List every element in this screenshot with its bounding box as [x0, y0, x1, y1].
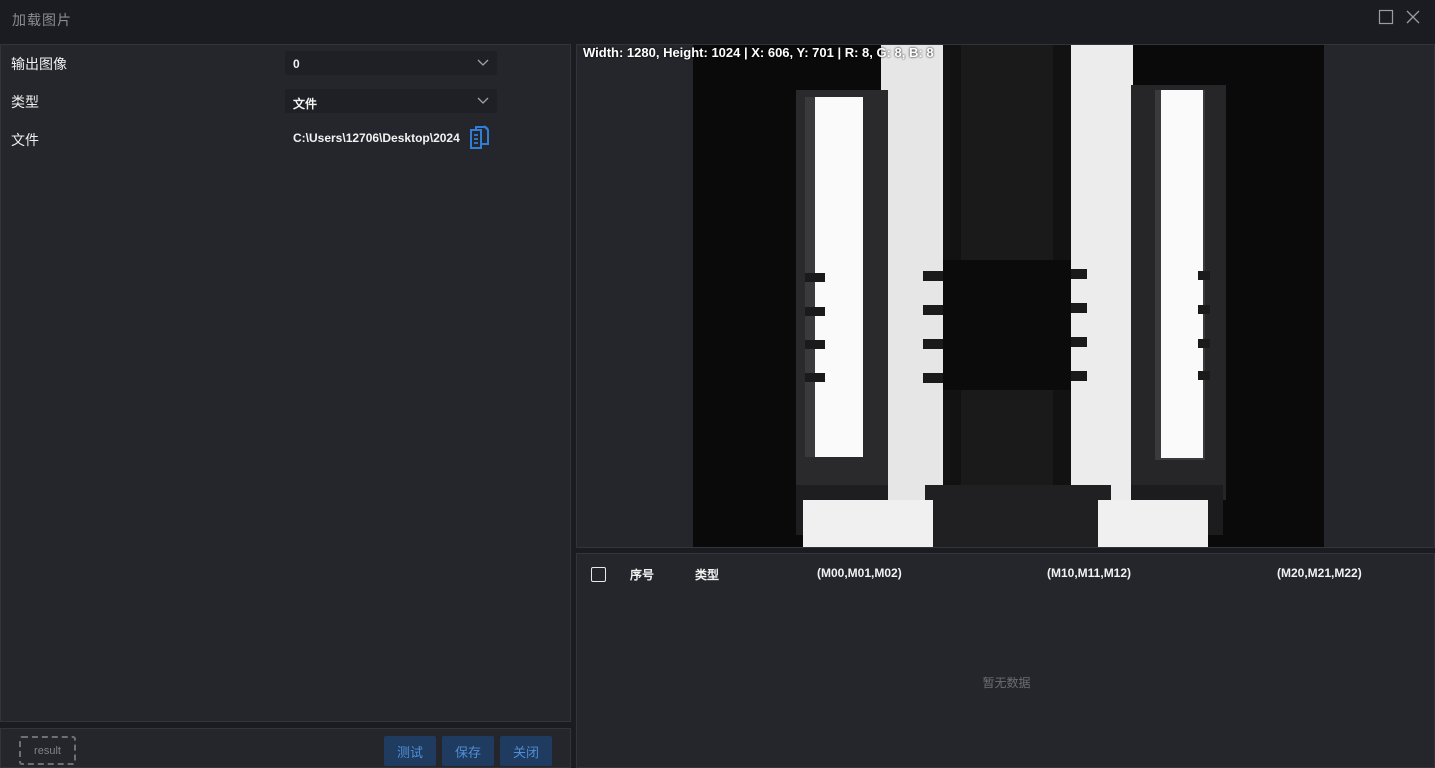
camera-image[interactable]: [693, 45, 1324, 548]
chevron-down-icon: [477, 59, 489, 66]
file-browse-button[interactable]: [467, 124, 491, 150]
type-row: 类型 文件: [1, 86, 572, 116]
title-bar: 加载图片: [0, 0, 1435, 38]
file-path-field[interactable]: C:\Users\12706\Desktop\20240: [293, 131, 460, 145]
column-header-type[interactable]: 类型: [695, 566, 719, 583]
close-icon: [1406, 10, 1420, 24]
window-title: 加载图片: [12, 12, 72, 28]
type-value: 文件: [293, 97, 318, 111]
select-all-checkbox[interactable]: [591, 567, 606, 582]
save-button[interactable]: 保存: [442, 736, 494, 766]
column-header-row1[interactable]: (M10,M11,M12): [1047, 566, 1131, 580]
file-browse-icon: [470, 125, 489, 149]
results-table: 序号 类型 (M00,M01,M02) (M10,M11,M12) (M20,M…: [576, 553, 1435, 768]
file-row: 文件 C:\Users\12706\Desktop\20240: [1, 124, 572, 154]
maximize-icon: [1378, 9, 1394, 25]
output-image-row: 输出图像 0: [1, 48, 572, 78]
output-image-select[interactable]: 0: [285, 51, 497, 75]
output-image-value: 0: [293, 57, 300, 71]
result-port[interactable]: result: [19, 736, 76, 765]
image-info-readout: Width: 1280, Height: 1024 | X: 606, Y: 7…: [583, 45, 934, 60]
image-viewer[interactable]: Width: 1280, Height: 1024 | X: 606, Y: 7…: [576, 44, 1435, 548]
column-header-row2[interactable]: (M20,M21,M22): [1277, 566, 1362, 580]
parameter-panel: 输出图像 0 类型 文件 文件 C:\Users\12706\Desktop\2…: [0, 44, 571, 722]
type-select[interactable]: 文件: [285, 89, 497, 113]
output-image-label: 输出图像: [11, 56, 67, 72]
chevron-down-icon: [477, 97, 489, 104]
close-window-button[interactable]: [1404, 8, 1422, 26]
empty-state-text: 暂无数据: [982, 676, 1031, 690]
action-bar: result 测试 保存 关闭: [0, 728, 571, 768]
column-header-index[interactable]: 序号: [630, 566, 654, 583]
close-button[interactable]: 关闭: [500, 736, 552, 766]
type-label: 类型: [11, 94, 39, 110]
test-button[interactable]: 测试: [384, 736, 436, 766]
file-label: 文件: [11, 132, 39, 148]
column-header-row0[interactable]: (M00,M01,M02): [817, 566, 902, 580]
maximize-button[interactable]: [1377, 8, 1395, 26]
